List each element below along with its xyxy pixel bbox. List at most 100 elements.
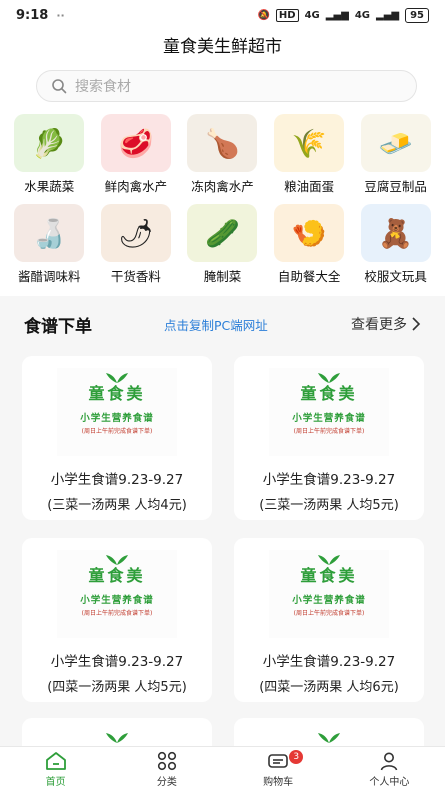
recipe-title: 小学生食谱9.23-9.27 — [262, 654, 396, 670]
tab-home[interactable]: 首页 — [0, 747, 111, 792]
status-bar: 9:18 ·· 🔕 HD 4G ▂▄▆ 4G ▂▄▆ 95 — [0, 0, 445, 30]
recipe-subtitle: (三菜一汤两果 人均5元) — [259, 498, 399, 513]
status-time: 9:18 — [16, 7, 49, 23]
user-icon — [381, 752, 398, 771]
category-image: 🌾 — [274, 114, 345, 172]
recipe-title: 小学生食谱9.23-9.27 — [50, 654, 184, 670]
recipe-card[interactable]: 童食美小学生营养食谱 (周日上午前完成食谱下单) 小学生食谱9.23-9.27 (四菜… — [234, 538, 424, 702]
recipe-card[interactable]: 童食美小学生营养食谱 (周日上午前完成食谱下单) 小学生食谱9.23-9.27 (三菜… — [22, 356, 212, 520]
tab-cart[interactable]: 3 购物车 — [223, 747, 334, 792]
leaf-icon — [106, 373, 128, 383]
app-title: 童食美生鲜超市 — [0, 30, 445, 64]
category-item[interactable]: 🧸 校服文玩具 — [352, 204, 439, 294]
copy-pc-url-link[interactable]: 点击复制PC端网址 — [164, 315, 334, 334]
hd-label: HD — [275, 8, 299, 22]
recipe-card[interactable]: 童食美 小学生营养食谱 (周日上午前完成食谱下单) 小学生食谱9.23-9.27 (四菜… — [22, 538, 212, 702]
logo-brand: 童食美 — [88, 384, 146, 403]
category-image: 🥬 — [14, 114, 85, 172]
search-icon — [52, 79, 67, 94]
category-label: 自助餐大全 — [277, 269, 341, 284]
signal-icon-2: ▂▄▆ — [376, 9, 400, 21]
recipe-logo: 童食美小学生营养食谱 (周日上午前完成食谱下单) — [57, 550, 177, 638]
recipe-logo: 童食美小学生营养食谱 (周日上午前完成食谱下单) — [269, 550, 389, 638]
category-item[interactable]: 🥬 水果蔬菜 — [6, 114, 93, 204]
category-icon — [157, 751, 176, 771]
category-item[interactable]: 🥒 腌制菜 — [179, 204, 266, 294]
category-item[interactable]: 🍤 自助餐大全 — [266, 204, 353, 294]
recipe-card-partial[interactable] — [234, 718, 424, 748]
cart-icon — [268, 754, 288, 768]
home-icon — [45, 752, 66, 770]
logo-note: (周日上午前完成食谱下单) — [81, 428, 153, 435]
logo-note: (周日上午前完成食谱下单) — [293, 428, 365, 435]
tab-cart-label: 购物车 — [263, 777, 294, 788]
category-item[interactable]: 🧈 豆腐豆制品 — [352, 114, 439, 204]
category-item[interactable]: 🍗 冻肉禽水产 — [179, 114, 266, 204]
logo-note: (周日上午前完成食谱下单) — [81, 610, 153, 617]
category-image: 🥒 — [187, 204, 258, 262]
search-input[interactable]: 搜索食材 — [36, 70, 417, 102]
bottom-tab-bar: 首页 分类 3 购物车 个人中心 — [0, 746, 445, 792]
battery-indicator: 95 — [405, 7, 429, 23]
logo-subtitle: 小学生营养食谱 — [80, 595, 154, 606]
tab-profile[interactable]: 个人中心 — [334, 747, 445, 792]
tab-category[interactable]: 分类 — [111, 747, 222, 792]
category-label: 干货香料 — [110, 269, 161, 284]
section-title: 食谱下单 — [24, 316, 92, 337]
recipe-title: 小学生食谱9.23-9.27 — [50, 472, 184, 488]
leaf-icon — [318, 555, 340, 565]
tab-home-label: 首页 — [45, 777, 66, 788]
category-image: 🍗 — [187, 114, 258, 172]
logo-brand: 童食美 — [300, 566, 358, 585]
category-image: 🥩 — [100, 114, 171, 172]
category-label: 鲜肉禽水产 — [104, 179, 168, 194]
recipe-grid: 童食美 小学生营养食谱 (周日上午前完成食谱下单) 小学生食谱9.23-9.27 (三菜… — [22, 356, 426, 702]
logo-subtitle: 小学生营养食谱 — [292, 413, 366, 424]
recipe-logo: 童食美 小学生营养食谱 (周日上午前完成食谱下单) — [269, 368, 389, 456]
tab-category-label: 分类 — [156, 777, 177, 788]
recipe-grid-next-row — [22, 718, 426, 748]
recipe-subtitle: (三菜一汤两果 人均4元) — [47, 498, 187, 513]
recipe-card-partial[interactable] — [22, 718, 212, 748]
category-label: 粮油面蛋 — [284, 179, 335, 194]
category-item[interactable]: 🌾 粮油面蛋 — [266, 114, 353, 204]
category-label: 豆腐豆制品 — [364, 179, 427, 194]
category-item[interactable]: 🥩 鲜肉禽水产 — [93, 114, 180, 204]
cart-badge: 3 — [289, 750, 304, 764]
signal-icon: ▂▄▆ — [325, 9, 349, 21]
category-image: 🍶 — [14, 204, 85, 262]
leaf-icon — [318, 373, 340, 383]
recipe-subtitle: (四菜一汤两果 人均6元) — [259, 680, 399, 695]
logo-subtitle: 小学生营养食谱 — [292, 595, 366, 606]
category-image: 🧈 — [360, 114, 431, 172]
category-image: 🧸 — [360, 204, 431, 262]
category-label: 冻肉禽水产 — [191, 179, 254, 194]
signal-1-label: 4G — [304, 9, 320, 21]
category-item[interactable]: 🌶 干货香料 — [93, 204, 180, 294]
recipe-title: 小学生食谱9.23-9.27 — [262, 472, 396, 488]
category-image: 🍤 — [274, 204, 345, 262]
leaf-icon — [318, 733, 340, 743]
leaf-icon — [106, 733, 128, 743]
category-label: 校服文玩具 — [364, 269, 427, 284]
logo-brand: 童食美 — [88, 566, 146, 585]
logo-subtitle: 小学生营养食谱 — [80, 413, 154, 424]
recipe-logo: 童食美小学生营养食谱 (周日上午前完成食谱下单) — [57, 368, 177, 456]
leaf-icon — [106, 555, 128, 565]
category-label: 水果蔬菜 — [24, 179, 75, 194]
search-placeholder: 搜索食材 — [75, 79, 131, 95]
recipe-card[interactable]: 童食美 小学生营养食谱 (周日上午前完成食谱下单) 小学生食谱9.23-9.27 (三菜… — [234, 356, 424, 520]
view-more-label: 查看更多 — [351, 317, 407, 333]
search-bar: 搜索食材 — [0, 64, 445, 110]
chevron-right-icon — [412, 317, 421, 331]
signal-2-label: 4G — [354, 9, 370, 21]
category-grid: 🥬 水果蔬菜 🥩 鲜肉禽水产 🍗 冻肉禽水产 🌾 粮油面蛋 🧈 豆腐豆制品 🍶 酱醋调味料 🌶 干货香料 🥒… — [0, 110, 445, 296]
mute-icon: 🔕 — [257, 9, 270, 21]
category-item[interactable]: 🍶 酱醋调味料 — [6, 204, 93, 294]
logo-note: (周日上午前完成食谱下单) — [293, 610, 365, 617]
tab-profile-label: 个人中心 — [369, 777, 410, 788]
category-label: 酱醋调味料 — [18, 269, 81, 284]
category-image: 🌶 — [100, 204, 171, 262]
view-more-link[interactable]: 查看更多 — [351, 314, 421, 334]
status-dots: ·· — [56, 8, 65, 22]
